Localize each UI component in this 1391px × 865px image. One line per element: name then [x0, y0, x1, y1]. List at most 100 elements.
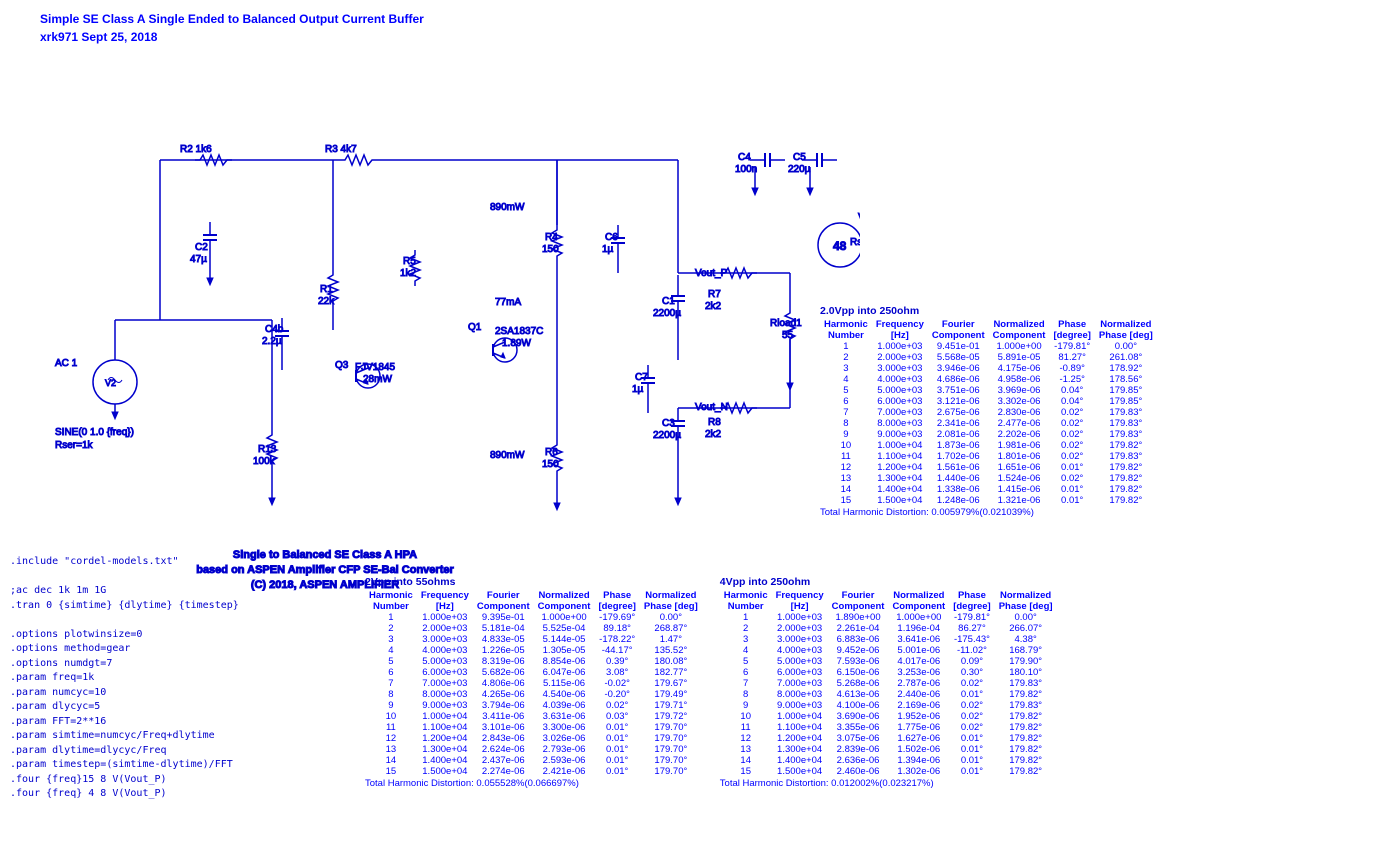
table-row: 11.000e+039.451e-011.000e+00-179.81°0.00… [820, 341, 1157, 352]
table-cell: 2.793e-06 [534, 744, 595, 755]
table-cell: 2.675e-06 [928, 407, 989, 418]
table-cell: 1.500e+04 [417, 766, 473, 777]
table-cell: 179.71° [640, 700, 702, 711]
svg-text:47µ: 47µ [190, 254, 207, 265]
table-cell: 266.07° [995, 623, 1057, 634]
spice-cmd-9: .param FFT=2**16 [10, 715, 239, 730]
table-row: 121.200e+041.561e-061.651e-060.01°179.82… [820, 462, 1157, 473]
table-cell: 1.302e-06 [888, 766, 949, 777]
spice-blank2 [10, 613, 239, 628]
t2-col-fourier: FourierComponent [473, 590, 534, 612]
table-cell: 179.82° [995, 755, 1057, 766]
table-cell: 180.08° [640, 656, 702, 667]
table-cell: 168.79° [995, 645, 1057, 656]
table-cell: 1.248e-06 [928, 495, 989, 506]
table-row: 99.000e+034.100e-062.169e-060.02°179.83° [720, 700, 1057, 711]
table-cell: 1.627e-06 [888, 733, 949, 744]
table-row: 101.000e+043.690e-061.952e-060.02°179.82… [720, 711, 1057, 722]
table-cell: 0.30° [949, 667, 994, 678]
table-cell: 5.000e+03 [772, 656, 828, 667]
table-row: 11.000e+039.395e-011.000e+00-179.69°0.00… [365, 612, 702, 623]
table-cell: 1.801e-06 [989, 451, 1050, 462]
table-cell: 261.08° [1095, 352, 1157, 363]
table-cell: 3.026e-06 [534, 733, 595, 744]
table-cell: 0.01° [594, 755, 639, 766]
svg-text:1µ: 1µ [632, 384, 644, 395]
table-row: 88.000e+034.265e-064.540e-06-0.20°179.49… [365, 689, 702, 700]
table-row: 141.400e+042.437e-062.593e-060.01°179.70… [365, 755, 702, 766]
table-cell: 2.341e-06 [928, 418, 989, 429]
table-cell: 1.200e+04 [872, 462, 928, 473]
table2: HarmonicNumber Frequency[Hz] FourierComp… [365, 590, 702, 777]
table3-thd: Total Harmonic Distortion: 0.012002%(0.0… [720, 778, 1057, 789]
table-cell: 12 [720, 733, 772, 744]
table-cell: 0.02° [1049, 407, 1094, 418]
table-cell: 0.00° [1095, 341, 1157, 352]
table-row: 111.100e+043.101e-063.300e-060.01°179.70… [365, 722, 702, 733]
table-cell: 4.000e+03 [872, 374, 928, 385]
table-row: 66.000e+035.682e-066.047e-063.08°182.77° [365, 667, 702, 678]
table-cell: 1.440e-06 [928, 473, 989, 484]
table-cell: 1.000e+00 [888, 612, 949, 623]
table3: HarmonicNumber Frequency[Hz] FourierComp… [720, 590, 1057, 777]
table-row: 66.000e+036.150e-063.253e-060.30°180.10° [720, 667, 1057, 678]
spice-cmd-10: .param simtime=numcyc/Freq+dlytime [10, 729, 239, 744]
table1-title: 2.0Vpp into 250ohm [820, 305, 1385, 317]
table-cell: 6.150e-06 [828, 667, 889, 678]
t3-col-fourier: FourierComponent [828, 590, 889, 612]
table-cell: 2.081e-06 [928, 429, 989, 440]
table-cell: 8.000e+03 [772, 689, 828, 700]
table-cell: 179.85° [1095, 396, 1157, 407]
table-cell: 179.83° [1095, 429, 1157, 440]
table-row: 22.000e+035.568e-055.891e-0581.27°261.08… [820, 352, 1157, 363]
table-cell: -0.20° [594, 689, 639, 700]
table-cell: 178.92° [1095, 363, 1157, 374]
table-cell: 0.01° [1049, 484, 1094, 495]
table-cell: 13 [365, 744, 417, 755]
table-cell: 6 [365, 667, 417, 678]
col-frequency: Frequency[Hz] [872, 319, 928, 341]
table3-block: 4Vpp into 250ohm HarmonicNumber Frequenc… [720, 576, 1057, 789]
col-norm-phase: NormalizedPhase [deg] [1095, 319, 1157, 341]
table-cell: 3.355e-06 [828, 722, 889, 733]
table-cell: 81.27° [1049, 352, 1094, 363]
table-cell: 3.000e+03 [417, 634, 473, 645]
table-cell: 180.10° [995, 667, 1057, 678]
table-row: 33.000e+033.946e-064.175e-06-0.89°178.92… [820, 363, 1157, 374]
table-cell: 3.946e-06 [928, 363, 989, 374]
t3-col-hn: HarmonicNumber [720, 590, 772, 612]
table-cell: 8.000e+03 [417, 689, 473, 700]
table-cell: 89.18° [594, 623, 639, 634]
table-cell: -179.81° [949, 612, 994, 623]
table-cell: 4 [365, 645, 417, 656]
table-cell: 3.641e-06 [888, 634, 949, 645]
col-harmonic-number: HarmonicNumber [820, 319, 872, 341]
svg-text:R2 1k6: R2 1k6 [180, 144, 212, 155]
svg-text:R8: R8 [708, 417, 721, 428]
table-cell: 4.100e-06 [828, 700, 889, 711]
table-cell: 3.969e-06 [989, 385, 1050, 396]
table-cell: 3.000e+03 [872, 363, 928, 374]
table-cell: 0.01° [949, 744, 994, 755]
table-cell: 179.67° [640, 678, 702, 689]
table-cell: 1.300e+04 [417, 744, 473, 755]
table-cell: 2.437e-06 [473, 755, 534, 766]
svg-text:C3: C3 [662, 418, 675, 429]
table-cell: 9 [820, 429, 872, 440]
table-cell: 1.400e+04 [772, 755, 828, 766]
table-cell: 3.075e-06 [828, 733, 889, 744]
table-cell: 0.04° [1049, 385, 1094, 396]
table-cell: 0.01° [594, 744, 639, 755]
table-cell: 179.83° [1095, 451, 1157, 462]
table-cell: 8 [365, 689, 417, 700]
table-cell: 11 [720, 722, 772, 733]
table-cell: -1.25° [1049, 374, 1094, 385]
table-cell: 179.82° [995, 733, 1057, 744]
table-row: 77.000e+034.806e-065.115e-06-0.02°179.67… [365, 678, 702, 689]
table-cell: 2.830e-06 [989, 407, 1050, 418]
table-cell: 0.01° [949, 755, 994, 766]
table-cell: 14 [820, 484, 872, 495]
col-phase: Phase[degree] [1049, 319, 1094, 341]
svg-text:Rser=1k: Rser=1k [55, 440, 94, 451]
table-cell: 179.83° [1095, 418, 1157, 429]
